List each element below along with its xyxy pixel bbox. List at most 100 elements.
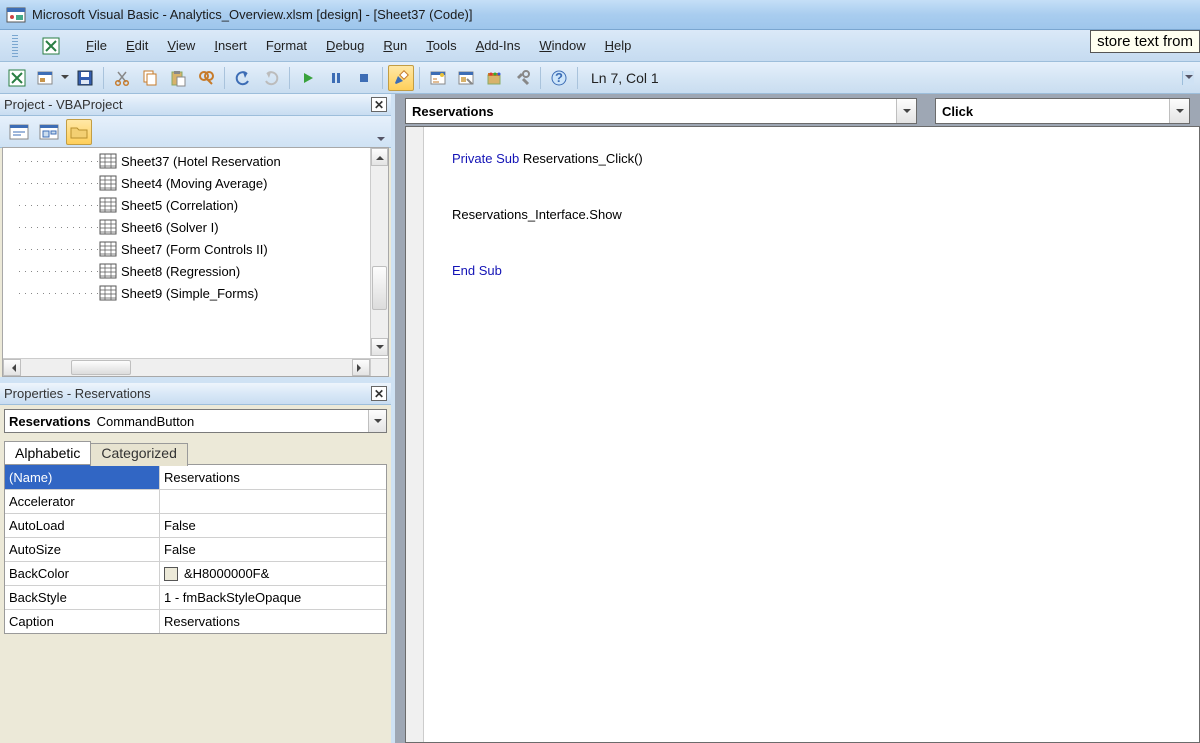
tooltip-store-text: store text from [1090,30,1200,53]
property-value[interactable]: False [160,514,386,537]
property-name: Caption [5,610,160,633]
tree-item[interactable]: Sheet8 (Regression) [5,260,368,282]
toolbar-overflow[interactable] [1182,71,1194,85]
properties-close-button[interactable]: ✕ [371,386,387,401]
object-combo-dropdown[interactable] [896,99,916,123]
break-button[interactable] [323,65,349,91]
properties-window-button[interactable] [453,65,479,91]
worksheet-icon [99,219,117,235]
run-button[interactable] [295,65,321,91]
properties-object-type: CommandButton [97,414,195,429]
tree-item[interactable]: Sheet37 (Hotel Reservation [5,150,368,172]
save-button[interactable] [72,65,98,91]
property-row[interactable]: Accelerator [5,489,386,513]
menu-tools[interactable]: Tools [426,38,456,53]
tree-item[interactable]: Sheet7 (Form Controls II) [5,238,368,260]
menu-addins[interactable]: Add-Ins [476,38,521,53]
property-value[interactable] [160,490,386,513]
worksheet-icon [99,285,117,301]
tree-item-label: Sheet5 (Correlation) [121,198,238,213]
properties-grid[interactable]: (Name)ReservationsAcceleratorAutoLoadFal… [4,465,387,634]
property-value[interactable]: 1 - fmBackStyleOpaque [160,586,386,609]
design-mode-button[interactable] [388,65,414,91]
property-value[interactable]: False [160,538,386,561]
redo-button[interactable] [258,65,284,91]
undo-button[interactable] [230,65,256,91]
project-vscroll[interactable] [370,148,388,356]
reset-button[interactable] [351,65,377,91]
menu-insert[interactable]: Insert [214,38,247,53]
menu-view[interactable]: View [167,38,195,53]
property-row[interactable]: BackStyle1 - fmBackStyleOpaque [5,585,386,609]
menu-window[interactable]: Window [539,38,585,53]
property-value[interactable]: &H8000000F& [160,562,386,585]
menubar-grip[interactable] [12,35,18,57]
tree-item[interactable]: Sheet4 (Moving Average) [5,172,368,194]
tree-item[interactable]: Sheet5 (Correlation) [5,194,368,216]
insert-dropdown[interactable] [60,72,70,83]
scroll-up-button[interactable] [371,148,388,166]
paste-button[interactable] [165,65,191,91]
find-button[interactable] [193,65,219,91]
toolbox-button[interactable] [509,65,535,91]
view-object-button[interactable] [36,119,62,145]
menu-edit[interactable]: Edit [126,38,148,53]
worksheet-icon [99,241,117,257]
menu-run[interactable]: Run [383,38,407,53]
color-swatch [164,567,178,581]
tree-item-label: Sheet7 (Form Controls II) [121,242,268,257]
project-explorer-button[interactable] [425,65,451,91]
properties-object-combo[interactable]: Reservations CommandButton [4,409,387,433]
object-browser-button[interactable] [481,65,507,91]
menu-debug[interactable]: Debug [326,38,364,53]
project-hscroll[interactable] [3,358,370,376]
project-tree[interactable]: Sheet37 (Hotel ReservationSheet4 (Moving… [2,147,389,377]
procedure-combo[interactable]: Click [935,98,1190,124]
help-button[interactable]: ? [546,65,572,91]
copy-button[interactable] [137,65,163,91]
title-bar: Microsoft Visual Basic - Analytics_Overv… [0,0,1200,30]
properties-object-name: Reservations [9,414,91,429]
project-pane-label: Project - VBAProject [4,97,123,112]
menu-format[interactable]: Format [266,38,307,53]
properties-combo-dropdown[interactable] [368,410,386,432]
tab-alphabetic[interactable]: Alphabetic [4,441,91,464]
object-combo-value: Reservations [412,104,494,119]
code-editor[interactable]: Private Sub Reservations_Click() Reserva… [405,126,1200,743]
property-value[interactable]: Reservations [160,610,386,633]
tree-item-label: Sheet9 (Simple_Forms) [121,286,258,301]
project-close-button[interactable]: ✕ [371,97,387,112]
property-row[interactable]: AutoSizeFalse [5,537,386,561]
object-combo[interactable]: Reservations [405,98,917,124]
scroll-right-button[interactable] [352,359,370,376]
scroll-left-button[interactable] [3,359,21,376]
property-row[interactable]: AutoLoadFalse [5,513,386,537]
property-row[interactable]: (Name)Reservations [5,465,386,489]
window-title: Microsoft Visual Basic - Analytics_Overv… [32,7,473,22]
svg-text:?: ? [555,70,563,85]
cursor-position: Ln 7, Col 1 [583,70,667,86]
code-margin[interactable] [406,127,424,742]
view-code-button[interactable] [6,119,32,145]
property-value[interactable]: Reservations [160,465,386,489]
project-toolbar-overflow[interactable] [377,137,385,145]
cut-button[interactable] [109,65,135,91]
excel-icon[interactable] [41,36,61,56]
toggle-folders-button[interactable] [66,119,92,145]
menu-help[interactable]: Help [605,38,632,53]
tab-categorized[interactable]: Categorized [90,443,188,466]
standard-toolbar: ? Ln 7, Col 1 [0,62,1200,94]
procedure-combo-dropdown[interactable] [1169,99,1189,123]
scroll-down-button[interactable] [371,338,388,356]
view-excel-button[interactable] [4,65,30,91]
menu-file[interactable]: File [86,38,107,53]
property-row[interactable]: CaptionReservations [5,609,386,633]
tree-item[interactable]: Sheet6 (Solver I) [5,216,368,238]
property-name: AutoSize [5,538,160,561]
vscroll-thumb[interactable] [372,266,387,310]
tree-item[interactable]: Sheet9 (Simple_Forms) [5,282,368,304]
insert-userform-button[interactable] [32,65,58,91]
property-row[interactable]: BackColor&H8000000F& [5,561,386,585]
hscroll-thumb[interactable] [71,360,131,375]
menu-bar: File Edit View Insert Format Debug Run T… [0,30,1200,62]
